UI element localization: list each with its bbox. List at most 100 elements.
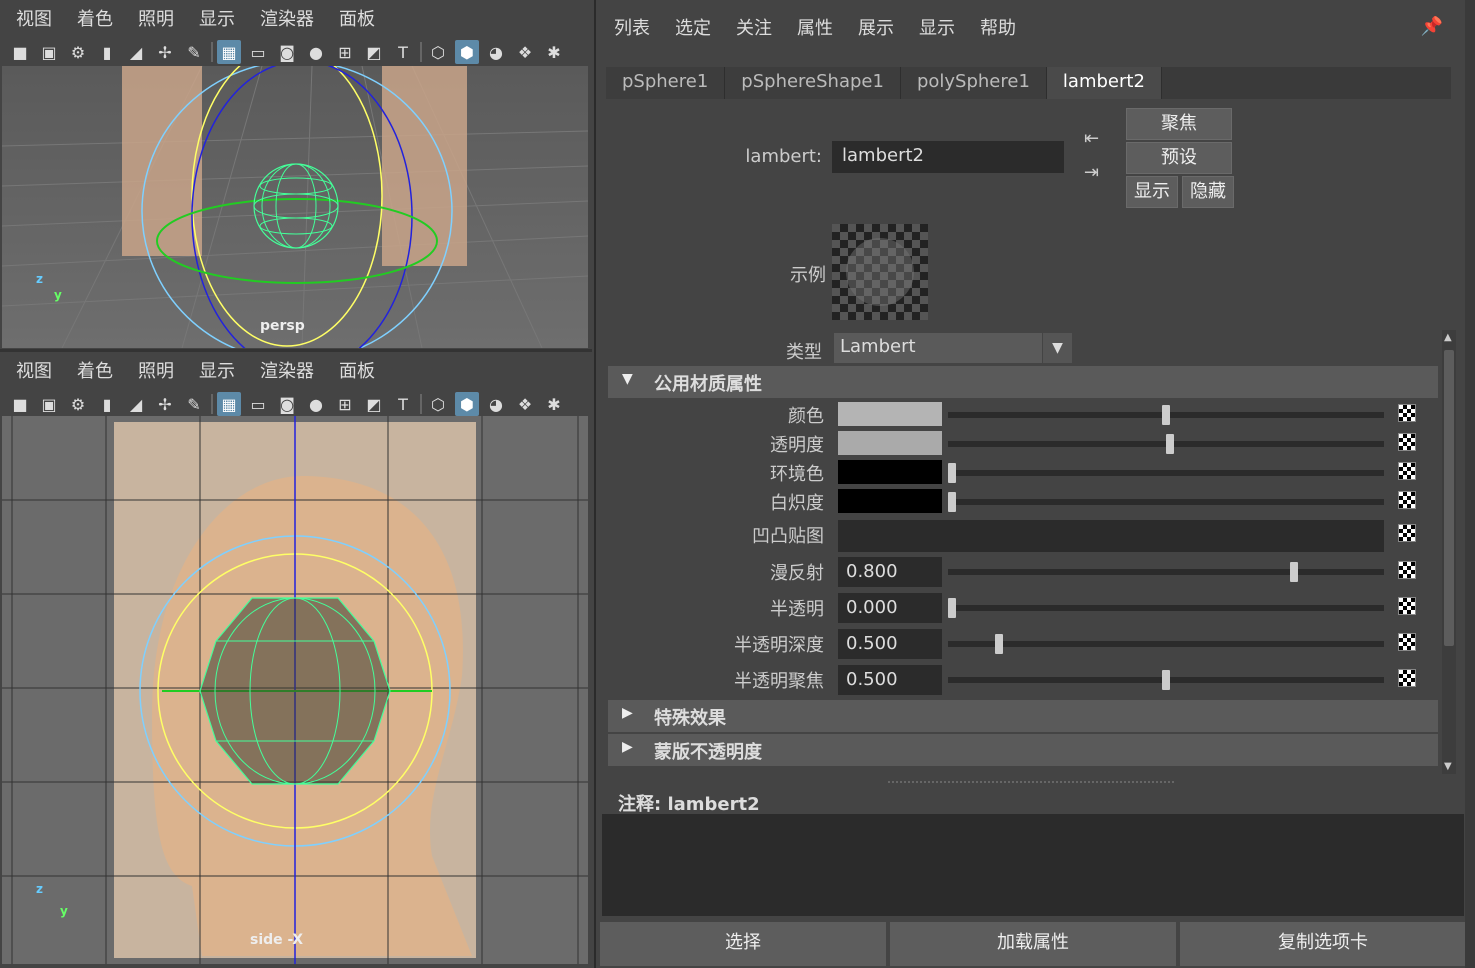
menu-show[interactable]: 显示 [199, 5, 235, 31]
safe-action-icon[interactable]: ◩ [362, 392, 386, 416]
smooth-shade-icon[interactable]: ⬢ [455, 392, 479, 416]
section-special-effects[interactable]: ▶ 特殊效果 [608, 700, 1438, 732]
menu-view[interactable]: 视图 [16, 357, 52, 383]
gate-mask-icon[interactable]: ● [304, 392, 328, 416]
resolution-gate-icon[interactable]: ◙ [275, 40, 299, 64]
menu-help[interactable]: 帮助 [980, 14, 1016, 40]
notes-textarea[interactable] [602, 814, 1464, 916]
scroll-up-icon[interactable]: ▲ [1444, 332, 1452, 343]
color-swatch[interactable] [838, 402, 942, 426]
menu-lighting[interactable]: 照明 [138, 357, 174, 383]
smooth-shade-icon[interactable]: ⬢ [455, 40, 479, 64]
menu-view[interactable]: 视图 [16, 5, 52, 31]
film-gate-icon[interactable]: ▭ [246, 40, 270, 64]
pane-resize-handle[interactable] [888, 781, 1174, 783]
menu-renderer[interactable]: 渲染器 [260, 357, 314, 383]
viewport-side[interactable]: 视图 着色 照明 显示 渲染器 面板 ■ ▣ ⚙ ▮ ◢ ✢ ✎ ▦ ▭ ◙ ●… [0, 352, 592, 968]
attribute-slider[interactable] [948, 670, 1384, 690]
attribute-slider[interactable] [948, 598, 1384, 618]
camera-icon[interactable]: ■ [8, 392, 32, 416]
attribute-slider[interactable] [948, 463, 1384, 483]
image-plane-icon[interactable]: ◢ [124, 40, 148, 64]
grid-icon[interactable]: ▦ [217, 40, 241, 64]
attribute-scrollbar[interactable]: ▲ ▼ [1442, 330, 1456, 774]
menu-show[interactable]: 显示 [199, 357, 235, 383]
map-texture-icon[interactable] [1398, 433, 1416, 451]
wireframe-icon[interactable]: ⬡ [426, 40, 450, 64]
section-common-material[interactable]: ▼ 公用材质属性 [608, 366, 1438, 398]
camera-attributes-icon[interactable]: ▣ [37, 392, 61, 416]
bookmark-icon[interactable]: ▮ [95, 392, 119, 416]
color-swatch[interactable] [838, 460, 942, 484]
menu-selected[interactable]: 选定 [675, 14, 711, 40]
lighting-icon[interactable]: ◕ [484, 392, 508, 416]
load-attributes-button[interactable]: 加载属性 [890, 922, 1176, 966]
numeric-field[interactable]: 0.500 [838, 665, 942, 695]
numeric-field[interactable]: 0.500 [838, 629, 942, 659]
map-texture-icon[interactable] [1398, 404, 1416, 422]
tab-psphere1[interactable]: pSphere1 [606, 67, 726, 99]
menu-renderer[interactable]: 渲染器 [260, 5, 314, 31]
slider-handle[interactable] [1166, 434, 1175, 454]
camera-attributes-icon[interactable]: ▣ [37, 40, 61, 64]
node-name-field[interactable]: lambert2 [832, 141, 1064, 173]
menu-show-display[interactable]: 展示 [858, 14, 894, 40]
resolution-gate-icon[interactable]: ◙ [275, 392, 299, 416]
grease-pencil-icon[interactable]: ✎ [182, 40, 206, 64]
gate-mask-icon[interactable]: ● [304, 40, 328, 64]
map-texture-icon[interactable] [1398, 561, 1416, 579]
slider-handle[interactable] [948, 598, 956, 618]
attribute-slider[interactable] [948, 634, 1384, 654]
attribute-slider[interactable] [948, 405, 1384, 425]
bookmark-icon[interactable]: ▮ [95, 40, 119, 64]
slider-handle[interactable] [995, 634, 1004, 654]
menu-focus[interactable]: 关注 [736, 14, 772, 40]
settings-icon[interactable]: ⚙ [66, 40, 90, 64]
copy-tab-button[interactable]: 复制选项卡 [1180, 922, 1466, 966]
scroll-down-icon[interactable]: ▼ [1444, 761, 1452, 772]
wireframe-icon[interactable]: ⬡ [426, 392, 450, 416]
slider-handle[interactable] [948, 463, 956, 483]
hide-button[interactable]: 隐藏 [1182, 176, 1234, 208]
tab-lambert2[interactable]: lambert2 [1046, 67, 1162, 99]
side-canvas[interactable]: side -X z y [2, 416, 588, 964]
menu-attributes[interactable]: 属性 [797, 14, 833, 40]
textured-icon[interactable]: ❖ [513, 40, 537, 64]
show-button[interactable]: 显示 [1126, 176, 1178, 208]
xray-icon[interactable]: ✱ [542, 40, 566, 64]
persp-canvas[interactable]: persp z y [1, 45, 589, 372]
field-chart-icon[interactable]: ⊞ [333, 392, 357, 416]
map-texture-icon[interactable] [1398, 669, 1416, 687]
map-texture-icon[interactable] [1398, 597, 1416, 615]
menu-display[interactable]: 显示 [919, 14, 955, 40]
camera-icon[interactable]: ■ [8, 40, 32, 64]
attribute-slider[interactable] [948, 562, 1384, 582]
output-connections-icon[interactable]: ⇥ [1084, 162, 1099, 183]
menu-panels[interactable]: 面板 [339, 357, 375, 383]
type-dropdown[interactable]: Lambert ▼ [834, 333, 1072, 363]
menu-lighting[interactable]: 照明 [138, 5, 174, 31]
pivot-icon[interactable]: ✢ [153, 40, 177, 64]
viewport-persp[interactable]: 视图 着色 照明 显示 渲染器 面板 ■ ▣ ⚙ ▮ ◢ ✢ ✎ ▦ ▭ ◙ ●… [0, 0, 592, 372]
tab-polysphere1[interactable]: polySphere1 [900, 67, 1047, 99]
safe-action-icon[interactable]: ◩ [362, 40, 386, 64]
numeric-field[interactable]: 0.000 [838, 593, 942, 623]
slider-handle[interactable] [1162, 405, 1170, 425]
menu-list[interactable]: 列表 [614, 14, 650, 40]
lighting-icon[interactable]: ◕ [484, 40, 508, 64]
numeric-field[interactable]: 0.800 [838, 557, 942, 587]
map-texture-icon[interactable] [1398, 491, 1416, 509]
map-texture-icon[interactable] [1398, 462, 1416, 480]
focus-button[interactable]: 聚焦 [1126, 108, 1232, 140]
field-chart-icon[interactable]: ⊞ [333, 40, 357, 64]
menu-shading[interactable]: 着色 [77, 5, 113, 31]
section-matte-opacity[interactable]: ▶ 蒙版不透明度 [608, 734, 1438, 766]
sphere-mesh[interactable] [253, 163, 339, 249]
menu-shading[interactable]: 着色 [77, 357, 113, 383]
textured-icon[interactable]: ❖ [513, 392, 537, 416]
image-plane-icon[interactable]: ◢ [124, 392, 148, 416]
menu-panels[interactable]: 面板 [339, 5, 375, 31]
color-swatch[interactable] [838, 431, 942, 455]
safe-title-icon[interactable]: T [391, 40, 415, 64]
xray-icon[interactable]: ✱ [542, 392, 566, 416]
